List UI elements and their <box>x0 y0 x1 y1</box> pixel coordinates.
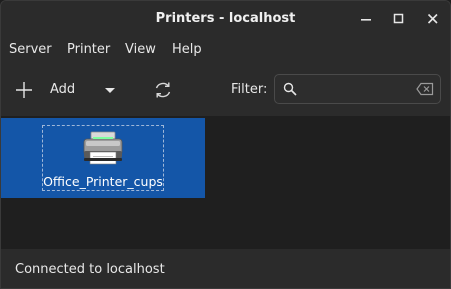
menu-help[interactable]: Help <box>172 42 202 57</box>
menu-bar: Server Printer View Help <box>1 38 450 62</box>
add-button[interactable]: Add <box>50 82 75 97</box>
minimize-button[interactable] <box>356 9 376 29</box>
printer-item[interactable]: Office_Printer_cups <box>1 118 205 198</box>
refresh-icon[interactable] <box>153 80 173 100</box>
menu-server[interactable]: Server <box>9 42 52 57</box>
plus-icon[interactable] <box>15 81 33 99</box>
search-icon <box>283 82 297 96</box>
printer-icon <box>83 131 123 165</box>
title-bar[interactable]: Printers - localhost <box>1 1 450 37</box>
window-title: Printers - localhost <box>155 11 296 26</box>
status-text: Connected to localhost <box>15 262 165 277</box>
clear-text-icon[interactable] <box>416 82 434 96</box>
printer-name: Office_Printer_cups <box>43 174 163 189</box>
printer-list: Office_Printer_cups <box>1 116 450 249</box>
filter-label: Filter: <box>231 82 268 97</box>
chevron-down-icon[interactable] <box>101 83 119 97</box>
maximize-icon <box>393 13 404 24</box>
minimize-icon <box>361 19 371 21</box>
close-button[interactable] <box>423 9 443 29</box>
menu-printer[interactable]: Printer <box>67 42 110 57</box>
toolbar: Add Filter: <box>1 65 450 115</box>
printers-window: Printers - localhost Server Printer View… <box>0 0 451 289</box>
filter-field[interactable] <box>274 74 441 104</box>
status-bar: Connected to localhost <box>1 249 450 288</box>
maximize-button[interactable] <box>389 9 409 29</box>
menu-view[interactable]: View <box>125 42 156 57</box>
filter-input[interactable] <box>303 79 413 99</box>
close-icon <box>427 13 438 24</box>
